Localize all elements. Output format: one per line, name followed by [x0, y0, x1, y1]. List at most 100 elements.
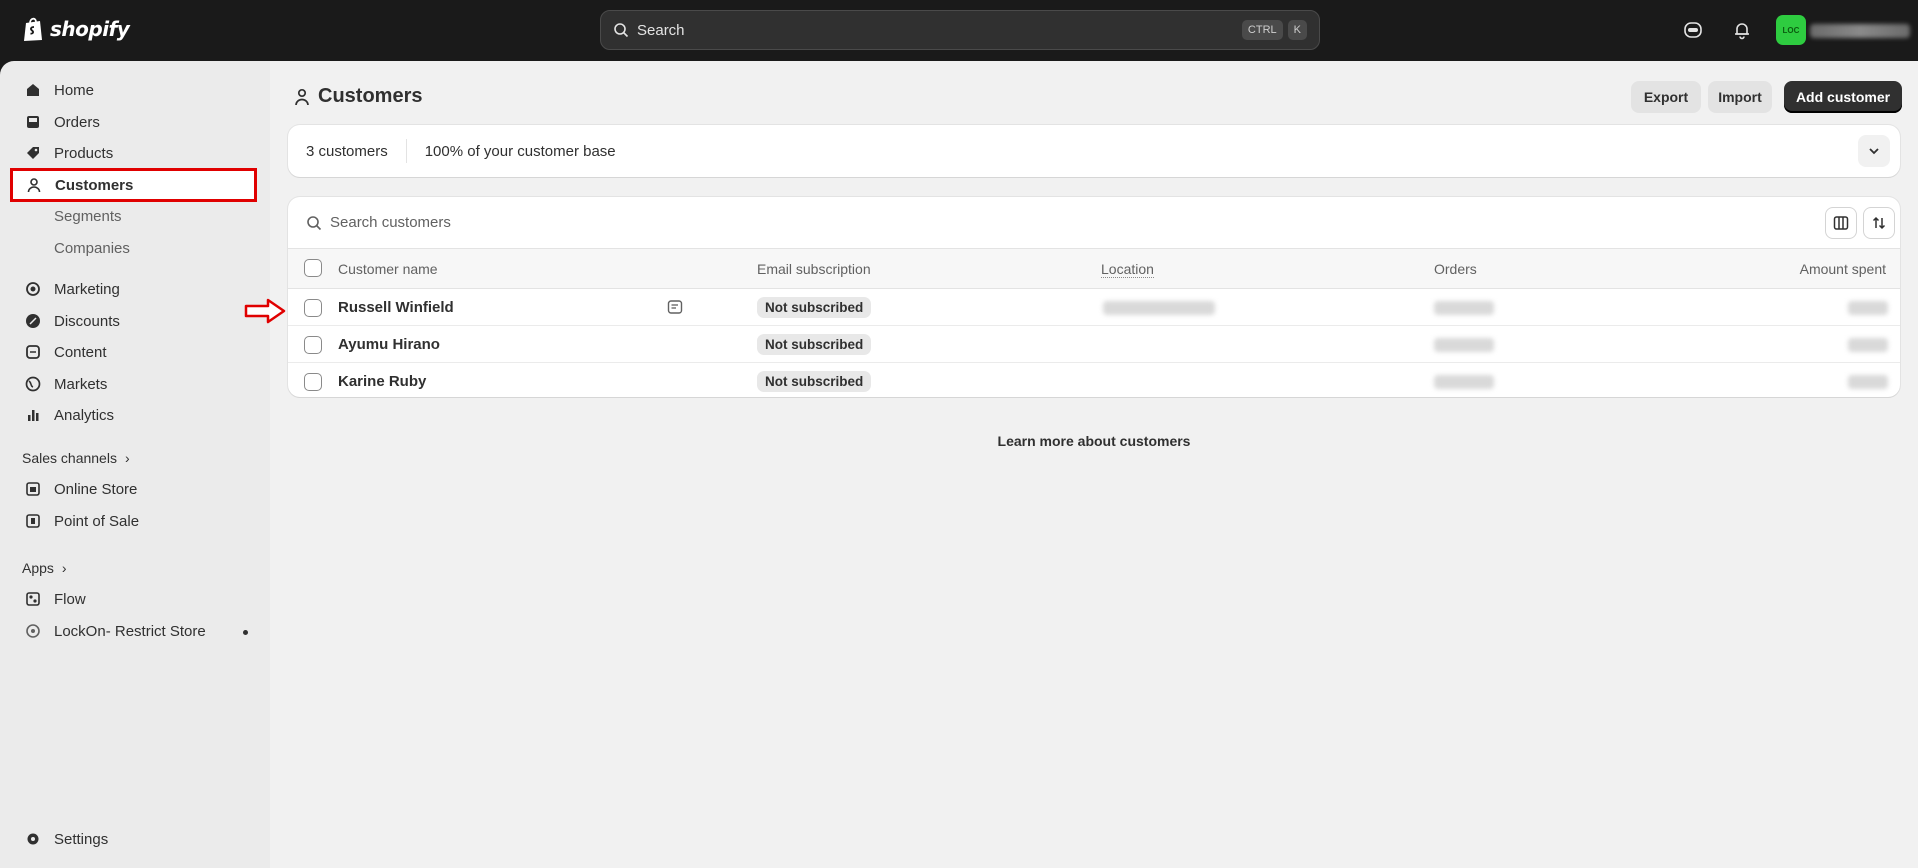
email-status-badge: Not subscribed — [757, 297, 872, 318]
row-checkbox[interactable] — [304, 336, 322, 354]
add-customer-button[interactable]: Add customer — [1784, 81, 1902, 113]
sidebar-item-home[interactable]: Home — [12, 75, 254, 105]
tag-icon — [27, 147, 39, 159]
unread-dot — [243, 630, 248, 635]
content-icon — [26, 345, 40, 359]
sidebar-item-markets[interactable]: Markets — [12, 369, 254, 399]
global-search[interactable]: Search CTRL K — [600, 10, 1320, 50]
customer-search-bar[interactable]: Search customers — [288, 197, 1900, 249]
brand-name: shopify — [50, 17, 130, 41]
store-icon — [26, 482, 40, 496]
chevron-down-icon — [1869, 148, 1879, 155]
gear-icon — [27, 833, 39, 845]
sidebar-item-label: Orders — [54, 113, 100, 131]
sidebar-item-label: Online Store — [54, 480, 138, 498]
sort-button[interactable] — [1863, 207, 1895, 239]
search-placeholder: Search — [637, 21, 685, 39]
chevron-right-icon: › — [61, 560, 67, 576]
sidebar-item-label: Content — [54, 343, 107, 361]
page-title: Customers — [294, 85, 422, 108]
apps-heading[interactable]: Apps › — [22, 560, 67, 576]
apps-label: Apps — [22, 560, 54, 576]
customer-base-percent: 100% of your customer base — [424, 142, 616, 160]
customers-table-card: Search customers Customer name Email sub… — [288, 197, 1900, 397]
shortcut-ctrl: CTRL — [1241, 20, 1283, 40]
column-header-location[interactable]: Location — [1101, 261, 1154, 278]
pos-icon — [26, 514, 40, 528]
table-row[interactable]: Karine Ruby Not subscribed — [288, 363, 1900, 397]
sidebar-item-segments[interactable]: Segments — [12, 201, 254, 231]
note-icon[interactable] — [666, 298, 684, 316]
globe-icon — [25, 376, 41, 392]
sidebar-item-customers[interactable]: Customers — [10, 168, 257, 202]
person-icon — [27, 178, 41, 193]
amount-redacted — [1848, 301, 1888, 315]
sidebar-item-online-store[interactable]: Online Store — [12, 474, 254, 504]
select-all-checkbox[interactable] — [304, 259, 322, 277]
orders-redacted — [1434, 375, 1494, 389]
table-row[interactable]: Ayumu Hirano Not subscribed — [288, 326, 1900, 363]
inbox-icon — [27, 116, 39, 128]
sidebar-item-label: Home — [54, 81, 95, 99]
bell-icon[interactable] — [1732, 20, 1752, 40]
sidebar: Home Orders Products Customers Segments … — [0, 61, 270, 868]
table-row[interactable]: Russell Winfield Not subscribed — [288, 289, 1900, 326]
sidebar-item-label: Customers — [55, 176, 134, 194]
export-button[interactable]: Export — [1631, 81, 1701, 113]
sidebar-item-settings[interactable]: Settings — [12, 824, 254, 854]
sidebar-item-label: Settings — [54, 830, 109, 848]
customer-count: 3 customers — [306, 142, 388, 160]
divider — [405, 139, 407, 163]
sidebar-item-point-of-sale[interactable]: Point of Sale — [12, 506, 254, 536]
sidebar-item-label: Markets — [54, 375, 108, 393]
sort-icon — [1872, 216, 1886, 230]
sidebar-item-label: LockOn- Restrict Store — [54, 622, 206, 640]
learn-more-link[interactable]: Learn more about customers — [270, 433, 1918, 449]
sidebar-item-content[interactable]: Content — [12, 337, 254, 367]
column-header-orders[interactable]: Orders — [1434, 261, 1477, 277]
sidebar-item-companies[interactable]: Companies — [12, 233, 254, 263]
search-icon — [307, 215, 322, 230]
sidebar-item-label: Products — [54, 144, 114, 162]
customer-name[interactable]: Russell Winfield — [338, 299, 454, 316]
customer-search-input[interactable]: Search customers — [330, 214, 451, 231]
column-header-name[interactable]: Customer name — [338, 261, 438, 277]
sidebar-item-discounts[interactable]: Discounts — [12, 306, 254, 336]
table-header: Customer name Email subscription Locatio… — [288, 249, 1900, 289]
import-button[interactable]: Import — [1708, 81, 1772, 113]
column-header-email[interactable]: Email subscription — [757, 261, 871, 277]
annotation-arrow-icon — [244, 298, 286, 324]
columns-button[interactable] — [1825, 207, 1857, 239]
customer-summary-card: 3 customers 100% of your customer base — [288, 125, 1900, 177]
columns-icon — [1833, 216, 1849, 230]
shortcut-k: K — [1287, 20, 1307, 40]
amount-redacted — [1848, 338, 1888, 352]
sidebar-item-marketing[interactable]: Marketing — [12, 274, 254, 304]
sales-channels-heading[interactable]: Sales channels › — [22, 450, 130, 466]
sidebar-item-label: Segments — [54, 207, 122, 225]
orders-redacted — [1434, 338, 1494, 352]
sidebar-item-products[interactable]: Products — [12, 138, 254, 168]
sidebar-item-flow[interactable]: Flow — [12, 584, 254, 614]
expand-summary-button[interactable] — [1858, 135, 1890, 167]
sidebar-item-orders[interactable]: Orders — [12, 107, 254, 137]
sidebar-item-lockon[interactable]: LockOn- Restrict Store — [12, 616, 254, 646]
target-icon — [26, 282, 40, 296]
store-avatar[interactable]: LOC — [1776, 15, 1806, 45]
discount-icon — [26, 314, 40, 328]
customer-name[interactable]: Ayumu Hirano — [338, 336, 440, 353]
customer-name[interactable]: Karine Ruby — [338, 373, 426, 390]
column-header-amount[interactable]: Amount spent — [1800, 261, 1886, 277]
sidebar-item-analytics[interactable]: Analytics — [12, 400, 254, 430]
store-name-blurred[interactable] — [1810, 24, 1910, 38]
shopify-bag-icon — [24, 17, 42, 41]
email-status-badge: Not subscribed — [757, 334, 872, 355]
row-checkbox[interactable] — [304, 299, 322, 317]
sidebar-item-label: Point of Sale — [54, 512, 140, 530]
sidekick-icon[interactable] — [1683, 20, 1703, 40]
sidebar-item-label: Flow — [54, 590, 86, 608]
sidebar-item-label: Analytics — [54, 406, 115, 424]
shopify-logo[interactable]: shopify — [22, 16, 130, 42]
row-checkbox[interactable] — [304, 373, 322, 391]
sidebar-item-label: Discounts — [54, 312, 120, 330]
